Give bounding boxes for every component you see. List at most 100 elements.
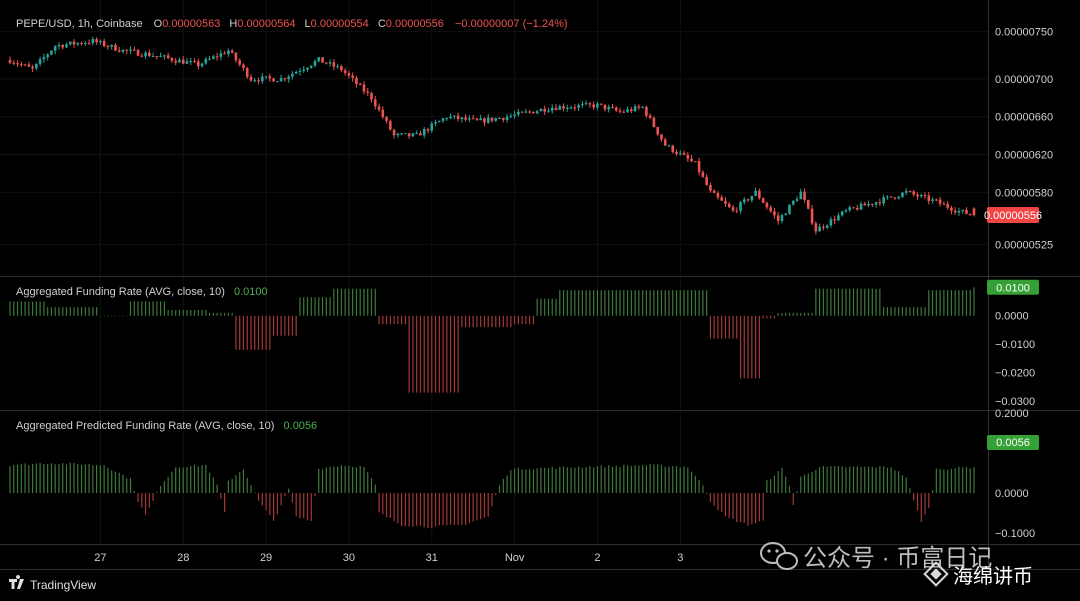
funding-bar <box>830 288 832 316</box>
predicted-bar <box>62 463 64 493</box>
funding-bar <box>871 288 873 316</box>
predicted-bar <box>129 477 132 493</box>
predicted-bar <box>679 467 681 493</box>
candle-body <box>268 76 272 79</box>
funding-bar <box>337 288 339 316</box>
predicted-bar <box>355 467 358 493</box>
last-price-badge: 0.00000556 <box>984 207 1042 224</box>
funding-bar <box>148 301 150 316</box>
predicted-bar <box>419 493 422 526</box>
funding-bar <box>269 315 271 350</box>
candle-body <box>321 57 324 63</box>
candle-body <box>799 191 803 200</box>
funding-bar <box>947 290 949 316</box>
funding-bar <box>295 315 297 336</box>
candle-body <box>23 64 27 66</box>
candle-body <box>260 76 264 82</box>
predicted-bar <box>141 493 143 508</box>
candle-body <box>581 104 584 106</box>
funding-bar <box>28 301 30 316</box>
candle-body <box>942 203 946 205</box>
funding-bar <box>212 312 214 316</box>
predicted-title: Aggregated Predicted Funding Rate (AVG, … <box>16 420 274 432</box>
candle-body <box>727 203 731 208</box>
funding-bar <box>137 301 139 316</box>
candle-body <box>825 225 829 228</box>
predicted-bar <box>570 467 572 493</box>
predicted-bar <box>898 471 900 493</box>
predicted-bar <box>329 467 331 493</box>
predicted-bar <box>404 493 406 527</box>
candle-body <box>532 111 535 114</box>
candle-body <box>125 49 129 51</box>
candle-body <box>155 55 159 57</box>
candle-body <box>916 194 919 197</box>
funding-bar <box>924 307 926 316</box>
predicted-bar <box>943 469 945 493</box>
funding-bar <box>837 288 840 316</box>
funding-bar <box>114 315 117 317</box>
predicted-bar <box>257 493 260 501</box>
candle-body <box>132 49 136 51</box>
funding-bar <box>898 307 900 316</box>
funding-bar <box>849 288 851 316</box>
candle-body <box>874 202 878 205</box>
funding-bar <box>246 315 248 350</box>
funding-bar <box>88 307 90 316</box>
candle-body <box>166 55 170 59</box>
predicted-bar <box>540 467 542 493</box>
predicted-bar <box>743 493 745 523</box>
candle-body <box>57 45 61 47</box>
predicted-bar <box>834 466 836 493</box>
funding-bar <box>867 288 870 316</box>
funding-bar <box>709 315 712 339</box>
predicted-bar <box>502 478 504 493</box>
candle-body <box>422 129 426 136</box>
candle-body <box>528 111 531 113</box>
candle-body <box>355 77 358 84</box>
candle-body <box>935 199 938 201</box>
predicted-bar <box>709 493 712 502</box>
funding-bar <box>736 315 738 339</box>
funding-bar <box>43 301 45 316</box>
predicted-current: 0.0056 <box>284 420 318 432</box>
predicted-bar <box>144 493 147 515</box>
funding-bar <box>928 290 930 316</box>
time-tick-label: 30 <box>343 552 355 564</box>
predicted-bar <box>566 467 568 493</box>
predicted-bar <box>615 465 617 493</box>
funding-bar <box>581 290 583 316</box>
funding-bar <box>370 288 373 316</box>
predicted-bar <box>819 467 821 493</box>
predicted-bar <box>167 476 169 493</box>
predicted-bar <box>133 490 135 493</box>
funding-bar <box>608 290 610 316</box>
candle-body <box>950 207 953 211</box>
funding-bar <box>675 290 678 316</box>
candle-body <box>776 215 780 221</box>
candle-body <box>761 198 765 203</box>
candle-body <box>456 115 460 120</box>
predicted-bar <box>653 464 655 493</box>
candle-body <box>961 209 965 212</box>
funding-bar <box>389 315 391 325</box>
time-tick-label: 28 <box>177 552 189 564</box>
candle-body <box>264 76 268 78</box>
predicted-bar <box>871 466 873 493</box>
predicted-bar <box>220 493 222 499</box>
predicted-bar <box>928 493 930 509</box>
predicted-bar <box>65 464 68 493</box>
funding-bar <box>758 315 760 379</box>
predicted-bar <box>99 465 101 493</box>
predicted-bar <box>525 469 527 493</box>
predicted-bar <box>13 465 15 493</box>
predicted-bar <box>781 468 783 493</box>
funding-bar <box>819 288 821 316</box>
predicted-bar <box>668 466 670 493</box>
candle-body <box>328 62 332 64</box>
funding-bar <box>513 315 516 325</box>
predicted-bar <box>913 493 915 501</box>
funding-bar <box>626 290 629 316</box>
predicted-bar <box>114 471 117 493</box>
predicted-bar <box>126 478 128 493</box>
